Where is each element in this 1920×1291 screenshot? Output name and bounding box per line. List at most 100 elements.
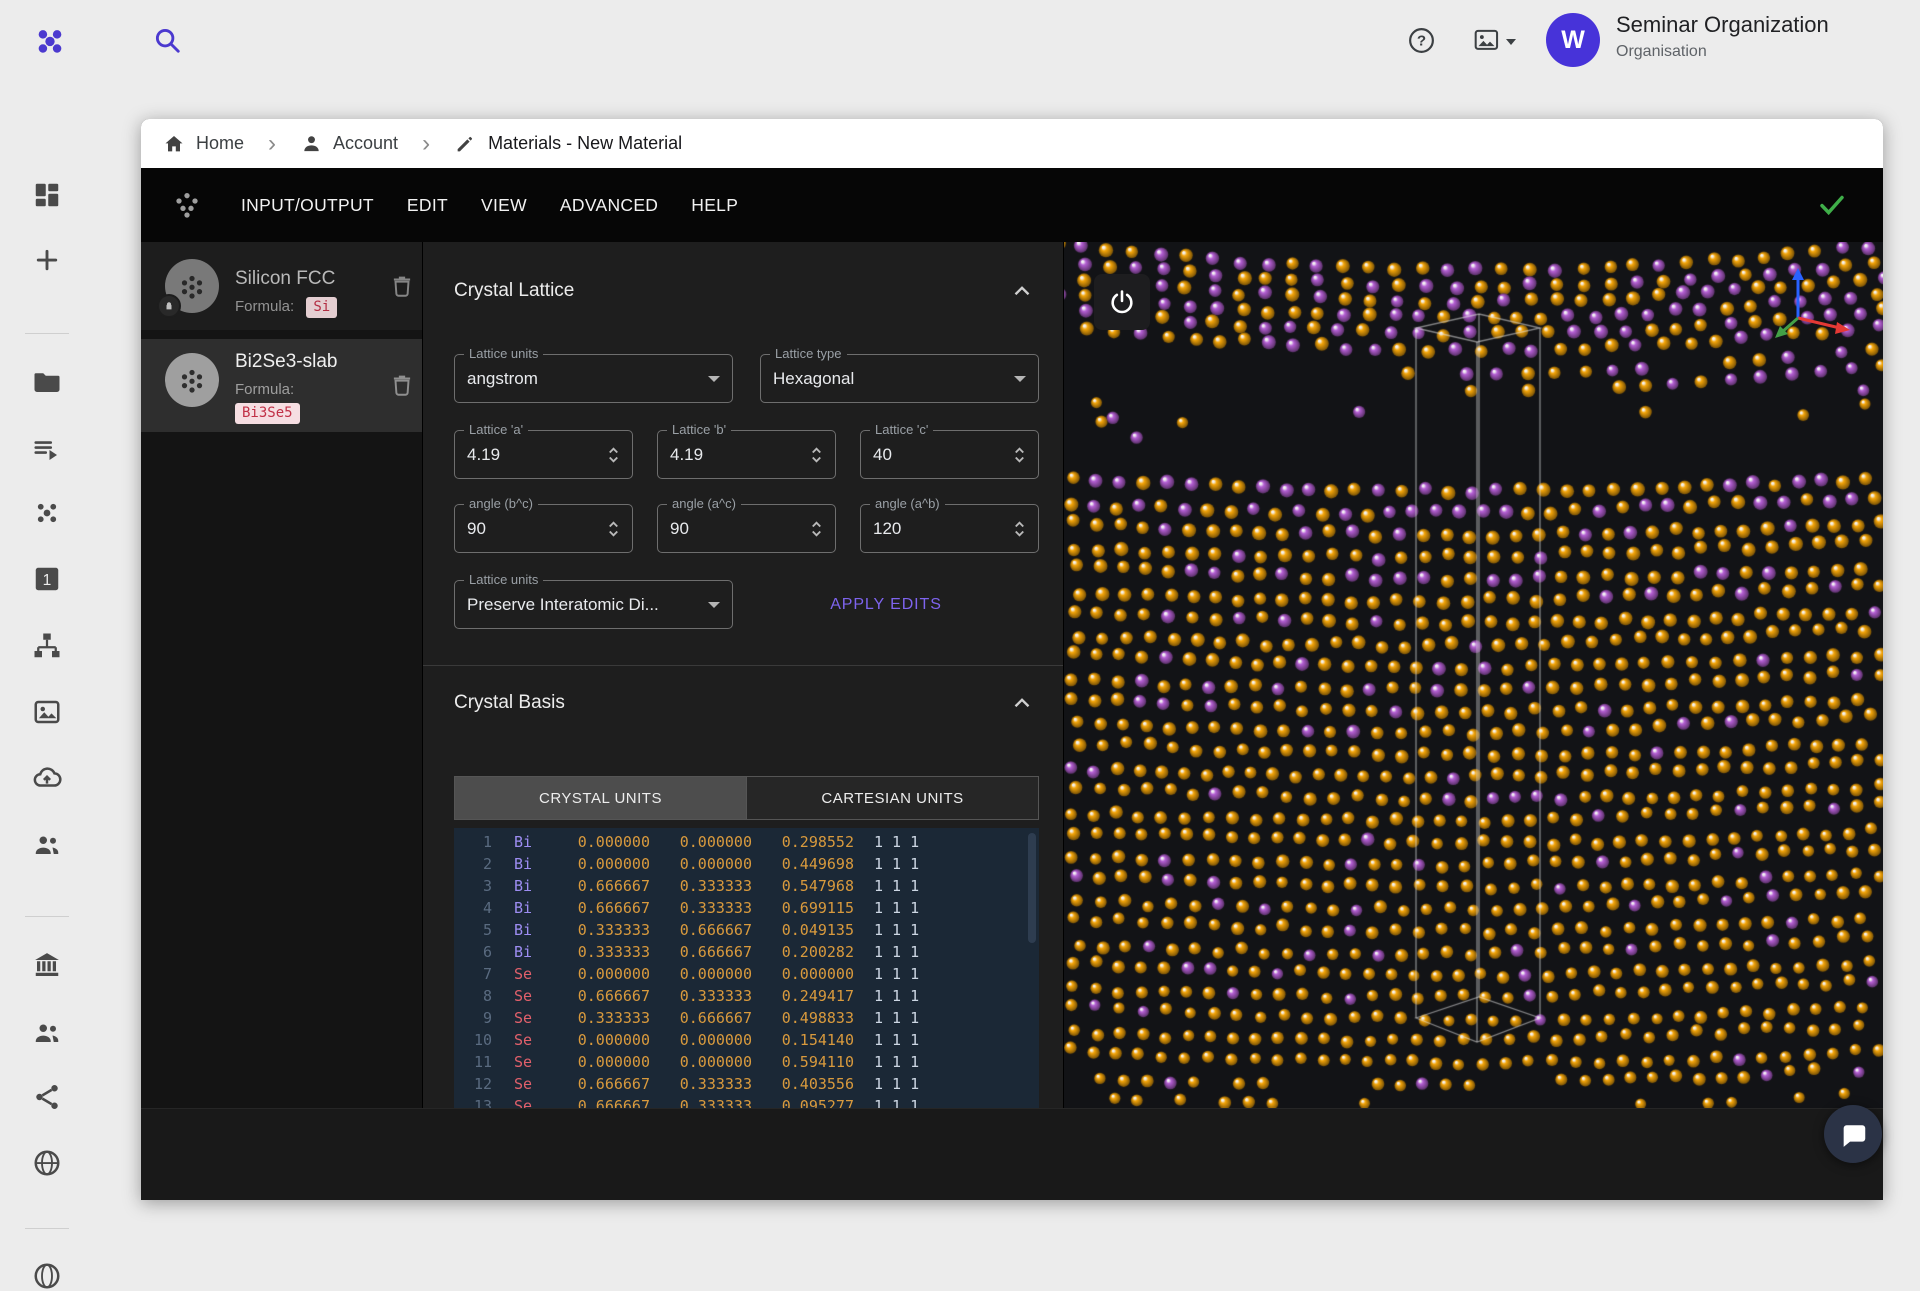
material-item-bi2se3[interactable]: Bi2Se3-slab Formula: Bi3Se5 [141,339,422,432]
basis-row: 4Bi0.6666670.3333330.6991151 1 1 [460,897,1039,919]
delete-icon[interactable] [389,372,415,398]
basis-row: 11Se0.0000000.0000000.5941101 1 1 [460,1051,1039,1073]
workflow-icon[interactable] [32,631,62,661]
app-logo-icon[interactable] [33,23,67,57]
field-value: 40 [873,445,1013,465]
collapse-chevron-icon[interactable] [1009,690,1035,716]
folder-icon[interactable] [32,367,62,397]
add-icon[interactable] [32,245,62,275]
image-icon[interactable] [32,697,62,727]
preserve-distances-select[interactable]: Lattice units Preserve Interatomic Di... [454,580,733,629]
avatar[interactable]: W [1546,13,1600,67]
one-box-icon[interactable]: 1 [32,564,62,594]
menu-input-output[interactable]: INPUT/OUTPUT [241,195,374,216]
field-label: Lattice units [464,572,543,587]
team-icon[interactable] [32,1017,62,1047]
field-label: Lattice 'a' [464,422,528,437]
bottom-status-bar [141,1108,1883,1200]
basis-row: 5Bi0.3333330.6666670.0491351 1 1 [460,919,1039,941]
lattice-b-input[interactable]: Lattice 'b' 4.19 [657,430,836,479]
chevron-down-icon [708,376,720,382]
lattice-type-select[interactable]: Lattice type Hexagonal [760,354,1039,403]
lattice-units-select[interactable]: Lattice units angstrom [454,354,733,403]
basis-row: 12Se0.6666670.3333330.4035561 1 1 [460,1073,1039,1095]
field-value: 120 [873,519,1013,539]
chevron-down-icon [708,602,720,608]
tab-cartesian-units[interactable]: CARTESIAN UNITS [747,776,1039,820]
field-value: 4.19 [467,445,607,465]
lattice-c-input[interactable]: Lattice 'c' 40 [860,430,1039,479]
breadcrumb-account[interactable]: Account [333,133,398,154]
stepper-icon[interactable] [1013,519,1026,539]
bank-icon[interactable] [32,950,62,980]
field-value: 90 [467,519,607,539]
field-value: angstrom [467,369,702,389]
menu-advanced[interactable]: ADVANCED [560,195,658,216]
basis-editor-rows: 1Bi0.0000000.0000000.2985521 1 12Bi0.000… [460,831,1039,1108]
menu-view[interactable]: VIEW [481,195,527,216]
field-value: 4.19 [670,445,810,465]
field-value: Hexagonal [773,369,1008,389]
material-item-silicon[interactable]: Silicon FCC Formula: Si [141,242,422,330]
search-icon[interactable] [152,25,182,55]
org-name: Seminar Organization [1616,12,1829,38]
menu-help[interactable]: HELP [691,195,738,216]
angle-bc-input[interactable]: angle (b^c) 90 [454,504,633,553]
cloud-upload-icon[interactable] [32,763,62,793]
basis-row: 3Bi0.6666670.3333330.5479681 1 1 [460,875,1039,897]
stepper-icon[interactable] [607,519,620,539]
svg-text:?: ? [1417,33,1426,50]
top-app-bar: ? W Seminar Organization Organisation [0,0,1920,81]
people-icon[interactable] [32,829,62,859]
chevron-down-icon[interactable] [1506,39,1516,45]
breadcrumb: Home › Account › Materials - New Materia… [141,119,1883,168]
globe-icon[interactable] [32,1261,62,1291]
field-label: angle (a^c) [667,496,741,511]
sidebar-divider [25,333,69,334]
tab-crystal-units[interactable]: CRYSTAL UNITS [454,776,747,820]
designer-menubar: INPUT/OUTPUT EDIT VIEW ADVANCED HELP [141,168,1883,242]
basis-row: 6Bi0.3333330.6666670.2002821 1 1 [460,941,1039,963]
stepper-icon[interactable] [1013,445,1026,465]
axes-gizmo-icon [1740,256,1860,356]
basis-editor[interactable]: 1Bi0.0000000.0000000.2985521 1 12Bi0.000… [454,828,1039,1108]
menu-edit[interactable]: EDIT [407,195,448,216]
home-icon[interactable] [162,132,186,156]
basis-row: 1Bi0.0000000.0000000.2985521 1 1 [460,831,1039,853]
breadcrumb-home[interactable]: Home [196,133,244,154]
chevron-right-icon: › [422,135,430,153]
collapse-chevron-icon[interactable] [1009,278,1035,304]
stepper-icon[interactable] [607,445,620,465]
basis-row: 9Se0.3333330.6666670.4988331 1 1 [460,1007,1039,1029]
success-check-icon[interactable] [1817,190,1847,220]
section-divider [423,665,1064,666]
field-value: 90 [670,519,810,539]
basis-row: 8Se0.6666670.3333330.2494171 1 1 [460,985,1039,1007]
stepper-icon[interactable] [810,519,823,539]
page-title: Materials - New Material [488,133,682,154]
globe-icon[interactable] [32,1148,62,1178]
playlist-icon[interactable] [32,435,62,465]
apply-edits-button[interactable]: APPLY EDITS [830,596,942,614]
chat-launcher-button[interactable] [1824,1105,1882,1163]
3d-viewport[interactable] [1064,242,1883,1108]
angle-ac-input[interactable]: angle (a^c) 90 [657,504,836,553]
lattice-a-input[interactable]: Lattice 'a' 4.19 [454,430,633,479]
help-icon[interactable]: ? [1407,26,1436,55]
materials-designer-window: Home › Account › Materials - New Materia… [141,119,1883,1200]
delete-icon[interactable] [389,273,415,299]
section-title-lattice: Crystal Lattice [454,280,574,302]
account-icon[interactable] [300,132,323,155]
dashboard-icon[interactable] [32,180,62,210]
chevron-down-icon [1014,376,1026,382]
stepper-icon[interactable] [810,445,823,465]
power-button[interactable] [1094,274,1150,330]
basis-row: 7Se0.0000000.0000000.0000001 1 1 [460,963,1039,985]
angle-ab-input[interactable]: angle (a^b) 120 [860,504,1039,553]
field-label: angle (b^c) [464,496,538,511]
field-label: angle (a^b) [870,496,945,511]
atoms-icon[interactable] [32,498,62,528]
media-menu-icon[interactable] [1474,29,1501,53]
share-icon[interactable] [32,1082,62,1112]
crystal-editor-panel: Crystal Lattice Lattice units angstrom L… [422,242,1063,1108]
